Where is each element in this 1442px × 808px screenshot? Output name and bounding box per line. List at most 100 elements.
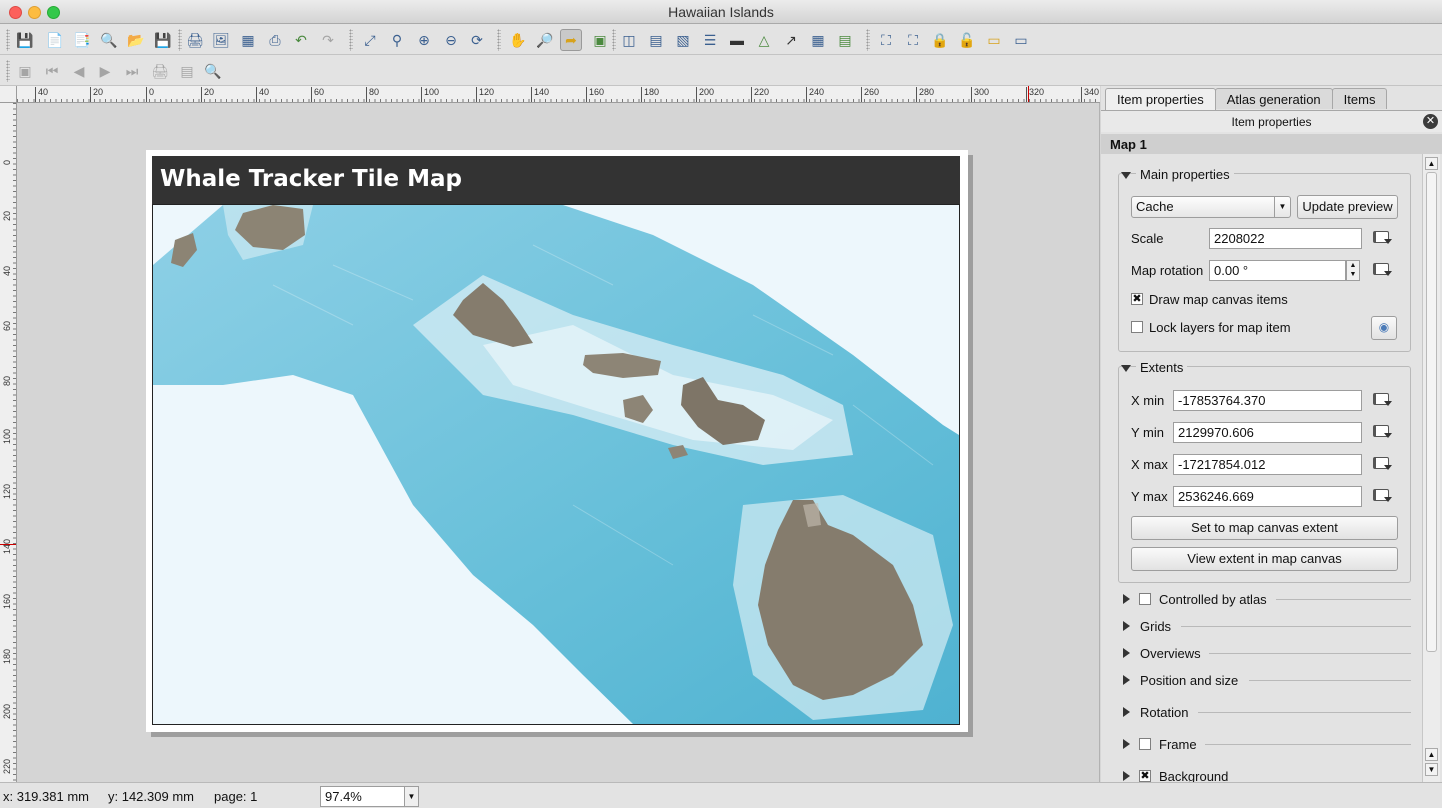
zoom-tool-icon[interactable]: 🔎	[534, 29, 556, 51]
preview-mode-select[interactable]: Cache ▼	[1131, 196, 1291, 218]
duplicate-composer-icon[interactable]: 📑	[71, 29, 93, 51]
group-icon[interactable]: ⛶	[875, 29, 897, 51]
eye-icon[interactable]: ◉	[1371, 316, 1397, 340]
data-defined-icon[interactable]	[1371, 391, 1395, 411]
tab-atlas-generation[interactable]: Atlas generation	[1214, 88, 1333, 109]
save-icon[interactable]: 💾	[14, 29, 36, 51]
lock-icon[interactable]: 🔒	[929, 29, 951, 51]
expand-triangle-icon[interactable]	[1123, 594, 1130, 604]
export-image-icon[interactable]: 🖼	[210, 29, 232, 51]
ymin-input[interactable]: 2129970.606	[1173, 422, 1362, 443]
controlled-by-atlas-checkbox[interactable]	[1139, 593, 1151, 605]
data-defined-icon[interactable]	[1371, 229, 1395, 249]
toolbar-grip[interactable]	[612, 29, 616, 51]
toolbar-grip[interactable]	[6, 60, 10, 82]
collapse-triangle-icon[interactable]	[1121, 365, 1131, 372]
atlas-settings-icon[interactable]: 🔍	[202, 60, 224, 82]
section-grids[interactable]: Grids	[1140, 619, 1171, 634]
add-legend-icon[interactable]: ☰	[699, 29, 721, 51]
redo-icon[interactable]: ↷	[317, 29, 339, 51]
toolbar-grip[interactable]	[178, 29, 182, 51]
export-atlas-icon[interactable]: ▤	[176, 60, 198, 82]
zoom-select[interactable]: 97.4% ▼	[320, 786, 419, 807]
zoom-actual-icon[interactable]: ⚲	[386, 29, 408, 51]
ymax-input[interactable]: 2536246.669	[1173, 486, 1362, 507]
move-content-icon[interactable]: ▣	[589, 29, 611, 51]
background-checkbox[interactable]: ✖	[1139, 770, 1151, 782]
composer-canvas[interactable]: 40 20 0 20 40 60 80 100 120 140 160 180 …	[0, 86, 1100, 782]
ungroup-icon[interactable]: ⛶	[902, 29, 924, 51]
section-rotation[interactable]: Rotation	[1140, 705, 1188, 720]
data-defined-icon[interactable]	[1371, 261, 1395, 281]
expand-triangle-icon[interactable]	[1123, 771, 1130, 781]
section-overviews[interactable]: Overviews	[1140, 646, 1201, 661]
add-map-icon[interactable]: ◫	[618, 29, 640, 51]
first-feature-icon[interactable]: ⏮	[41, 60, 63, 82]
pan-icon[interactable]: ✋	[507, 29, 529, 51]
add-image-icon[interactable]: ▤	[645, 29, 667, 51]
frame-checkbox[interactable]	[1139, 738, 1151, 750]
map-item[interactable]	[152, 204, 960, 725]
toolbar-grip[interactable]	[497, 29, 501, 51]
add-label-icon[interactable]: ▧	[672, 29, 694, 51]
composer-page[interactable]: Whale Tracker Tile Map	[146, 150, 968, 732]
tab-item-properties[interactable]: Item properties	[1105, 88, 1216, 111]
align-items-icon[interactable]: ▭	[1010, 29, 1032, 51]
add-scalebar-icon[interactable]: ▬	[726, 29, 748, 51]
lock-layers-checkbox[interactable]	[1131, 321, 1143, 333]
scroll-up-icon[interactable]: ▲	[1425, 748, 1438, 761]
next-feature-icon[interactable]: ▶	[94, 60, 116, 82]
toolbar-grip[interactable]	[349, 29, 353, 51]
expand-triangle-icon[interactable]	[1123, 739, 1130, 749]
expand-triangle-icon[interactable]	[1123, 707, 1130, 717]
expand-triangle-icon[interactable]	[1123, 648, 1130, 658]
scrollbar-thumb[interactable]	[1426, 172, 1437, 652]
add-shape-icon[interactable]: △	[753, 29, 775, 51]
atlas-preview-icon[interactable]: ▣	[14, 60, 36, 82]
print-icon[interactable]: 🖨	[184, 29, 206, 51]
scale-input[interactable]: 2208022	[1209, 228, 1362, 249]
last-feature-icon[interactable]: ⏭	[121, 60, 143, 82]
zoom-full-icon[interactable]: ⤢	[359, 29, 381, 51]
undo-icon[interactable]: ↶	[290, 29, 312, 51]
expand-triangle-icon[interactable]	[1123, 675, 1130, 685]
data-defined-icon[interactable]	[1371, 455, 1395, 475]
section-frame[interactable]: Frame	[1159, 737, 1197, 752]
scroll-up-icon[interactable]: ▲	[1425, 157, 1438, 170]
rotation-spinner[interactable]: ▲ ▼	[1346, 260, 1360, 281]
main-properties-title[interactable]: Main properties	[1136, 167, 1234, 182]
set-to-canvas-extent-button[interactable]: Set to map canvas extent	[1131, 516, 1398, 540]
export-pdf-icon[interactable]: ⎙	[264, 29, 286, 51]
open-template-icon[interactable]: 📂	[125, 29, 147, 51]
scroll-down-icon[interactable]: ▼	[1425, 763, 1438, 776]
unlock-icon[interactable]: 🔓	[956, 29, 978, 51]
add-table-icon[interactable]: ▦	[807, 29, 829, 51]
section-controlled-by-atlas[interactable]: Controlled by atlas	[1159, 592, 1272, 607]
draw-canvas-items-checkbox[interactable]: ✖	[1131, 293, 1143, 305]
previous-feature-icon[interactable]: ◀	[68, 60, 90, 82]
add-html-icon[interactable]: ▤	[834, 29, 856, 51]
composer-manager-icon[interactable]: 🔍	[98, 29, 120, 51]
close-icon[interactable]: ✕	[1423, 114, 1438, 129]
raise-items-icon[interactable]: ▭	[983, 29, 1005, 51]
map-rotation-input[interactable]: 0.00 °	[1209, 260, 1346, 281]
update-preview-button[interactable]: Update preview	[1297, 195, 1398, 219]
data-defined-icon[interactable]	[1371, 487, 1395, 507]
expand-triangle-icon[interactable]	[1123, 621, 1130, 631]
new-composer-icon[interactable]: 📄	[44, 29, 66, 51]
select-move-icon[interactable]: ➦	[560, 29, 582, 51]
zoom-out-icon[interactable]: ⊖	[440, 29, 462, 51]
data-defined-icon[interactable]	[1371, 423, 1395, 443]
save-template-icon[interactable]: 💾	[152, 29, 174, 51]
view-extent-button[interactable]: View extent in map canvas	[1131, 547, 1398, 571]
horizontal-ruler[interactable]: 40 20 0 20 40 60 80 100 120 140 160 180 …	[17, 86, 1100, 103]
export-svg-icon[interactable]: ▦	[237, 29, 259, 51]
toolbar-grip[interactable]	[866, 29, 870, 51]
section-background[interactable]: Background	[1159, 769, 1228, 782]
xmin-input[interactable]: -17853764.370	[1173, 390, 1362, 411]
collapse-triangle-icon[interactable]	[1121, 172, 1131, 179]
vertical-ruler[interactable]: 0 20 40 60 80 100 120 140 160 180 200 22…	[0, 103, 17, 782]
xmax-input[interactable]: -17217854.012	[1173, 454, 1362, 475]
section-position-size[interactable]: Position and size	[1140, 673, 1238, 688]
map-title-label[interactable]: Whale Tracker Tile Map	[152, 156, 960, 204]
